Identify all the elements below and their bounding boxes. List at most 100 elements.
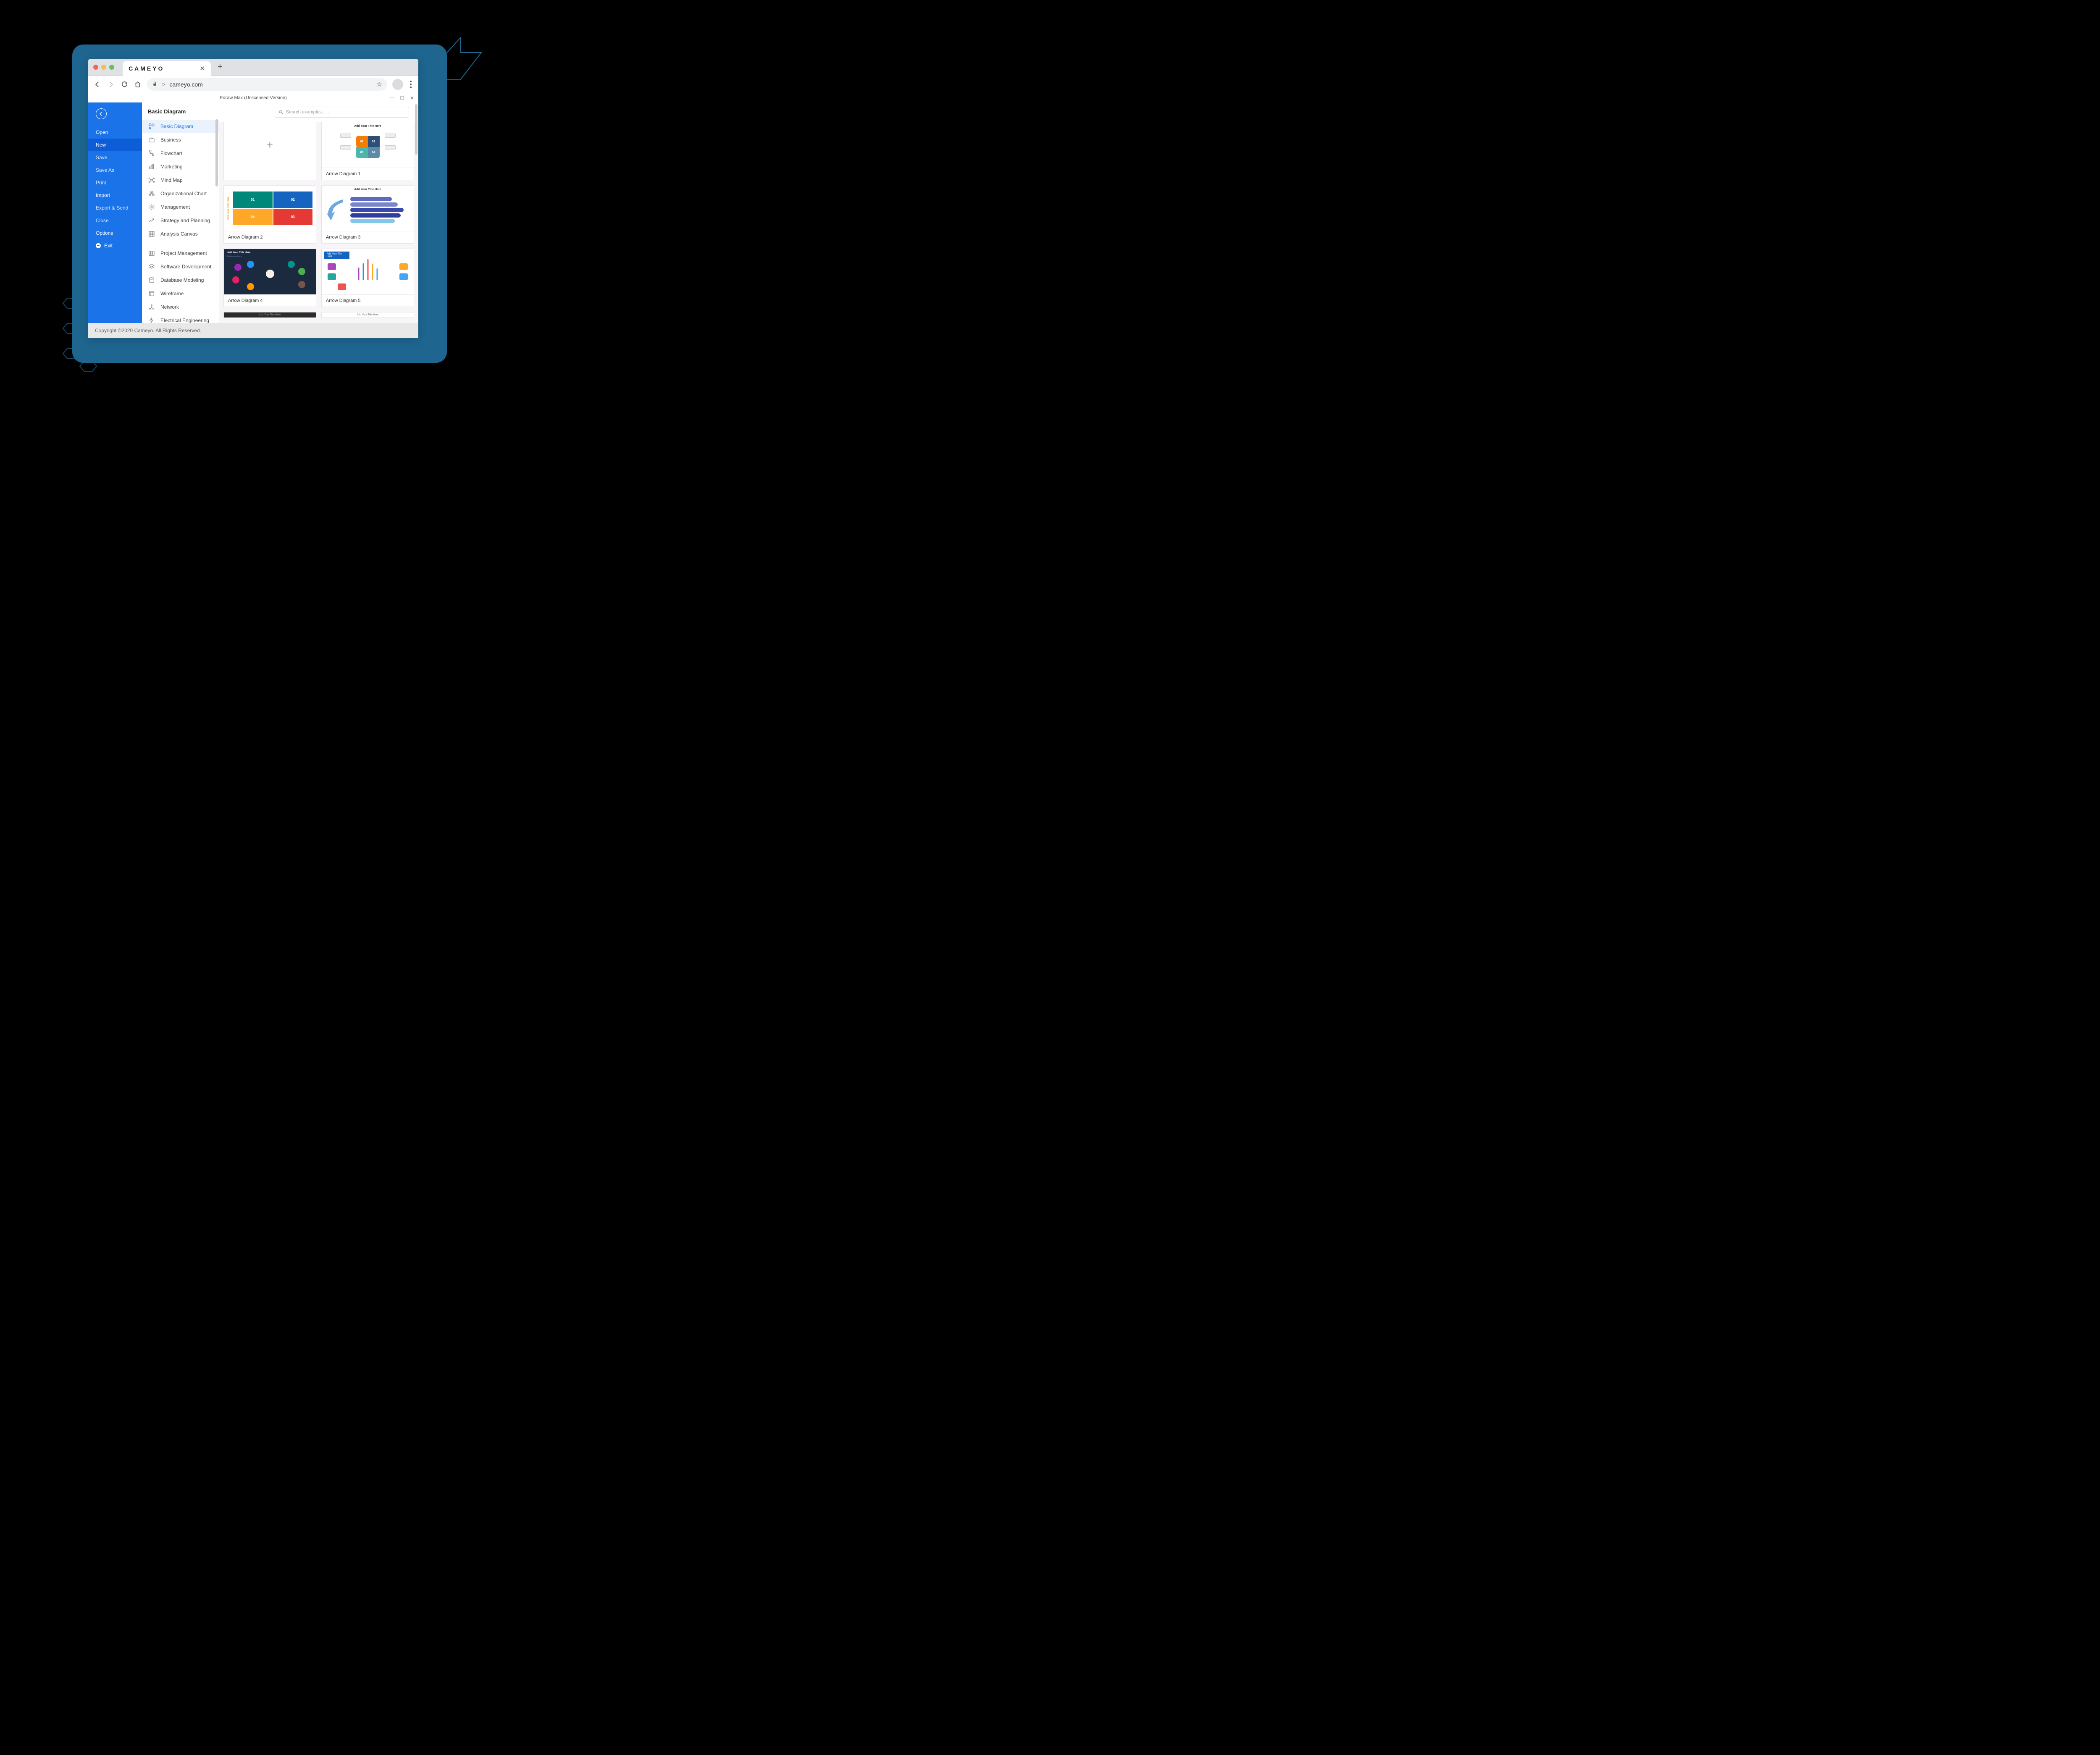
close-window-button[interactable] (93, 65, 98, 70)
sidebar-item-print[interactable]: Print (88, 176, 142, 189)
category-network[interactable]: Network (142, 300, 219, 314)
category-database-modeling[interactable]: Database Modeling (142, 273, 219, 287)
category-wireframe[interactable]: Wireframe (142, 287, 219, 300)
back-button[interactable] (96, 108, 107, 119)
browser-menu-button[interactable] (408, 81, 413, 88)
app-title: Edraw Max (Unlicensed Version) (220, 95, 287, 100)
app-titlebar: Edraw Max (Unlicensed Version) — ❐ ✕ (88, 93, 418, 102)
arrow4-thumb: Add Your Title HereExplore your theme (224, 249, 316, 294)
sidebar-item-label: New (96, 142, 106, 148)
sidebar-item-import[interactable]: Import (88, 189, 142, 202)
sidebar-item-new[interactable]: New (88, 139, 142, 151)
sidebar-item-options[interactable]: Options (88, 227, 142, 239)
app-close-icon[interactable]: ✕ (410, 95, 414, 101)
sidebar-item-label: Print (96, 180, 106, 186)
app-restore-icon[interactable]: ❐ (400, 95, 404, 101)
sidebar-item-label: Open (96, 129, 108, 135)
database-icon (148, 276, 155, 284)
template-card-blank[interactable]: + (223, 122, 316, 180)
category-marketing[interactable]: Marketing (142, 160, 219, 173)
nav-forward-button[interactable] (107, 80, 115, 89)
mindmap-icon (148, 176, 155, 184)
sidebar-item-label: Exit (104, 243, 113, 249)
nav-home-button[interactable] (134, 80, 142, 89)
url-field[interactable]: ▷ cameyo.com ☆ (147, 78, 387, 91)
category-scrollbar[interactable] (215, 119, 218, 186)
category-label: Management (160, 204, 190, 210)
category-panel: Basic Diagram Basic DiagramBusinessFlowc… (142, 102, 219, 323)
electrical-icon (148, 317, 155, 323)
category-organizational-chart[interactable]: Organizational Chart (142, 187, 219, 200)
profile-avatar[interactable] (392, 79, 403, 90)
template-card-arrow-diagram-2[interactable]: Add Your Title Here01020403Arrow Diagram… (223, 185, 316, 244)
template-card-arrow-diagram-4[interactable]: Add Your Title HereExplore your themeArr… (223, 249, 316, 307)
window-traffic-lights (93, 65, 114, 70)
category-strategy-and-planning[interactable]: Strategy and Planning (142, 214, 219, 227)
flowchart-icon (148, 150, 155, 157)
sidebar-item-save-as[interactable]: Save As (88, 164, 142, 176)
url-text: cameyo.com (169, 81, 202, 88)
app-minimize-icon[interactable]: — (390, 95, 394, 101)
template-peek: Add Your Title Here (223, 312, 316, 318)
nav-reload-button[interactable] (120, 80, 129, 89)
wireframe-icon (148, 290, 155, 297)
category-label: Marketing (160, 164, 183, 170)
layers-icon (148, 263, 155, 270)
category-software-development[interactable]: Software Development (142, 260, 219, 273)
template-card-arrow-diagram-1[interactable]: Add Your Title Here01020304Arrow Diagram… (321, 122, 414, 180)
play-icon: ▷ (162, 81, 165, 87)
template-card-arrow-diagram-5[interactable]: Add Your Title HereArrow Diagram 5 (321, 249, 414, 307)
category-management[interactable]: Management (142, 200, 219, 214)
sidebar-item-label: Import (96, 192, 110, 198)
main-scrollbar[interactable] (415, 104, 417, 155)
category-label: Electrical Engineering (160, 317, 209, 323)
sidebar-item-label: Export & Send (96, 205, 128, 211)
maximize-window-button[interactable] (109, 65, 114, 70)
sidebar-item-export-send[interactable]: Export & Send (88, 202, 142, 214)
new-tab-button[interactable]: + (214, 62, 226, 72)
category-flowchart[interactable]: Flowchart (142, 147, 219, 160)
browser-tab[interactable]: CAMEYO ✕ (123, 61, 211, 76)
template-card-arrow-diagram-3[interactable]: Add Your Title HereArrow Diagram 3 (321, 185, 414, 244)
briefcase-icon (148, 136, 155, 144)
category-mind-map[interactable]: Mind Map (142, 173, 219, 187)
search-input[interactable]: Search examples . . . (275, 107, 409, 118)
browser-tab-bar: CAMEYO ✕ + (88, 59, 418, 76)
category-analysis-canvas[interactable]: Analysis Canvas (142, 227, 219, 241)
copyright-text: Copyright ©2020 Cameyo. All Rights Reser… (95, 328, 201, 333)
search-placeholder: Search examples . . . (286, 110, 329, 115)
gear-icon (148, 203, 155, 211)
panel-title: Basic Diagram (148, 108, 186, 115)
arrow5-thumb: Add Your Title Here (322, 249, 414, 294)
sidebar-item-open[interactable]: Open (88, 126, 142, 139)
arrow2-thumb: Add Your Title Here01020403 (224, 186, 316, 231)
bookmark-star-icon[interactable]: ☆ (376, 80, 382, 89)
nav-back-button[interactable] (93, 80, 102, 89)
blank-template-thumb: + (224, 122, 316, 168)
app-area: Edraw Max (Unlicensed Version) — ❐ ✕ Ope… (88, 93, 418, 323)
browser-address-bar: ▷ cameyo.com ☆ (88, 76, 418, 93)
sidebar-item-close[interactable]: Close (88, 214, 142, 227)
category-label: Project Management (160, 250, 207, 256)
sidebar-item-label: Save As (96, 167, 114, 173)
footer: Copyright ©2020 Cameyo. All Rights Reser… (88, 323, 418, 338)
category-label: Wireframe (160, 291, 184, 296)
category-electrical-engineering[interactable]: Electrical Engineering (142, 314, 219, 323)
tab-close-icon[interactable]: ✕ (200, 65, 205, 72)
file-menu-sidebar: Open New Save Save As Print Import Export & Se… (88, 102, 142, 323)
browser-window: CAMEYO ✕ + ▷ cameyo.com ☆ Edraw Max (Unl… (88, 59, 418, 338)
shapes-icon (148, 123, 155, 130)
trend-icon (148, 217, 155, 224)
template-peek: Add Your Title Here (321, 312, 414, 318)
template-label: Arrow Diagram 5 (322, 294, 414, 307)
sidebar-item-save[interactable]: Save (88, 151, 142, 164)
minimize-window-button[interactable] (101, 65, 106, 70)
template-label: Arrow Diagram 3 (322, 231, 414, 243)
sidebar-item-exit[interactable]: Exit (88, 239, 142, 252)
category-label: Network (160, 304, 179, 310)
columns-icon (148, 249, 155, 257)
category-business[interactable]: Business (142, 133, 219, 147)
category-project-management[interactable]: Project Management (142, 247, 219, 260)
template-grid: +Add Your Title Here01020304Arrow Diagra… (219, 122, 418, 323)
category-basic-diagram[interactable]: Basic Diagram (142, 120, 219, 133)
